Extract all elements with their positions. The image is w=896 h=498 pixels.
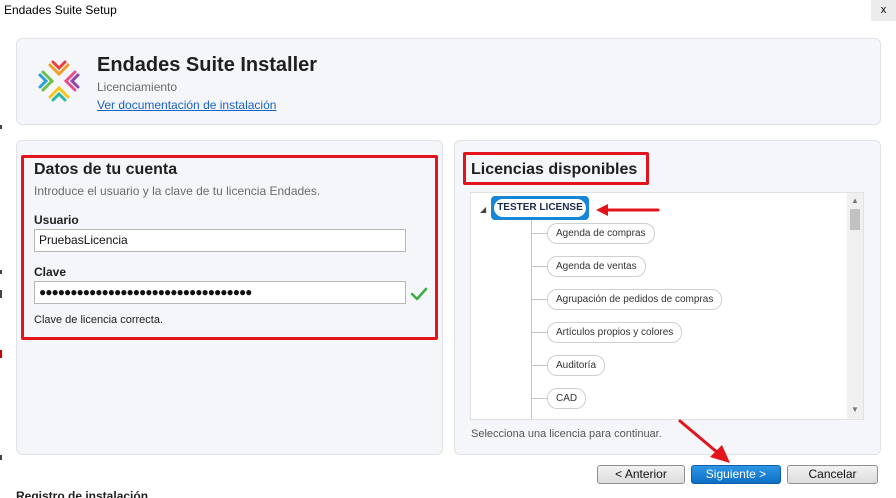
licenses-panel: Licencias disponibles ◢ TESTER LICENSE A… (454, 140, 881, 455)
tree-item[interactable]: Agenda de compras (547, 223, 655, 244)
scroll-down-icon[interactable]: ▼ (851, 405, 859, 414)
tree-item[interactable]: CAD (547, 388, 587, 409)
scroll-thumb[interactable] (850, 209, 860, 230)
endades-logo-icon (38, 60, 80, 102)
documentation-link[interactable]: Ver documentación de instalación (97, 98, 276, 112)
highlight-box (21, 155, 438, 340)
cancel-button[interactable]: Cancelar (787, 465, 878, 484)
install-log-label: Registro de instalación (16, 489, 149, 498)
collapse-triangle-icon[interactable]: ◢ (480, 205, 486, 214)
account-panel: Datos de tu cuenta Introduce el usuario … (16, 140, 443, 455)
tree-item[interactable]: Agrupación de pedidos de compras (547, 289, 723, 310)
tree-scrollbar[interactable]: ▲ ▼ (847, 193, 863, 419)
header-card: Endades Suite Installer Licenciamiento V… (16, 38, 881, 125)
tree-item[interactable]: Agenda de ventas (547, 256, 646, 277)
edge-mark (0, 125, 2, 129)
previous-button[interactable]: < Anterior (597, 465, 685, 484)
tree-root-label: TESTER LICENSE (494, 199, 586, 217)
edge-mark (0, 350, 2, 358)
title-bar: Endades Suite Setup x (0, 0, 896, 22)
tree-connector (531, 365, 547, 366)
tree-root-node[interactable]: TESTER LICENSE (491, 196, 589, 220)
selection-hint: Selecciona una licencia para continuar. (471, 428, 662, 440)
tree-item[interactable]: Artículos propios y colores (547, 322, 683, 343)
scroll-up-icon[interactable]: ▲ (851, 196, 859, 205)
tree-connector (531, 398, 547, 399)
tree-connector (531, 220, 532, 419)
app-subtitle: Licenciamiento (97, 80, 178, 94)
next-button[interactable]: Siguiente > (691, 465, 781, 484)
red-arrow-icon (596, 204, 660, 216)
edge-mark (0, 270, 2, 274)
edge-mark (0, 455, 2, 460)
tree-connector (531, 266, 547, 267)
tree-item[interactable]: Auditoría (547, 355, 606, 376)
red-arrow-icon (678, 419, 730, 463)
tree-connector (531, 332, 547, 333)
window-title: Endades Suite Setup (4, 3, 117, 17)
highlight-box (463, 152, 649, 185)
edge-mark (0, 290, 2, 298)
tree-connector (531, 233, 547, 234)
license-tree[interactable]: ◢ TESTER LICENSE Agenda de compras Agend… (470, 192, 864, 420)
app-title: Endades Suite Installer (97, 54, 318, 76)
tree-connector (531, 299, 547, 300)
close-button[interactable]: x (871, 0, 896, 21)
